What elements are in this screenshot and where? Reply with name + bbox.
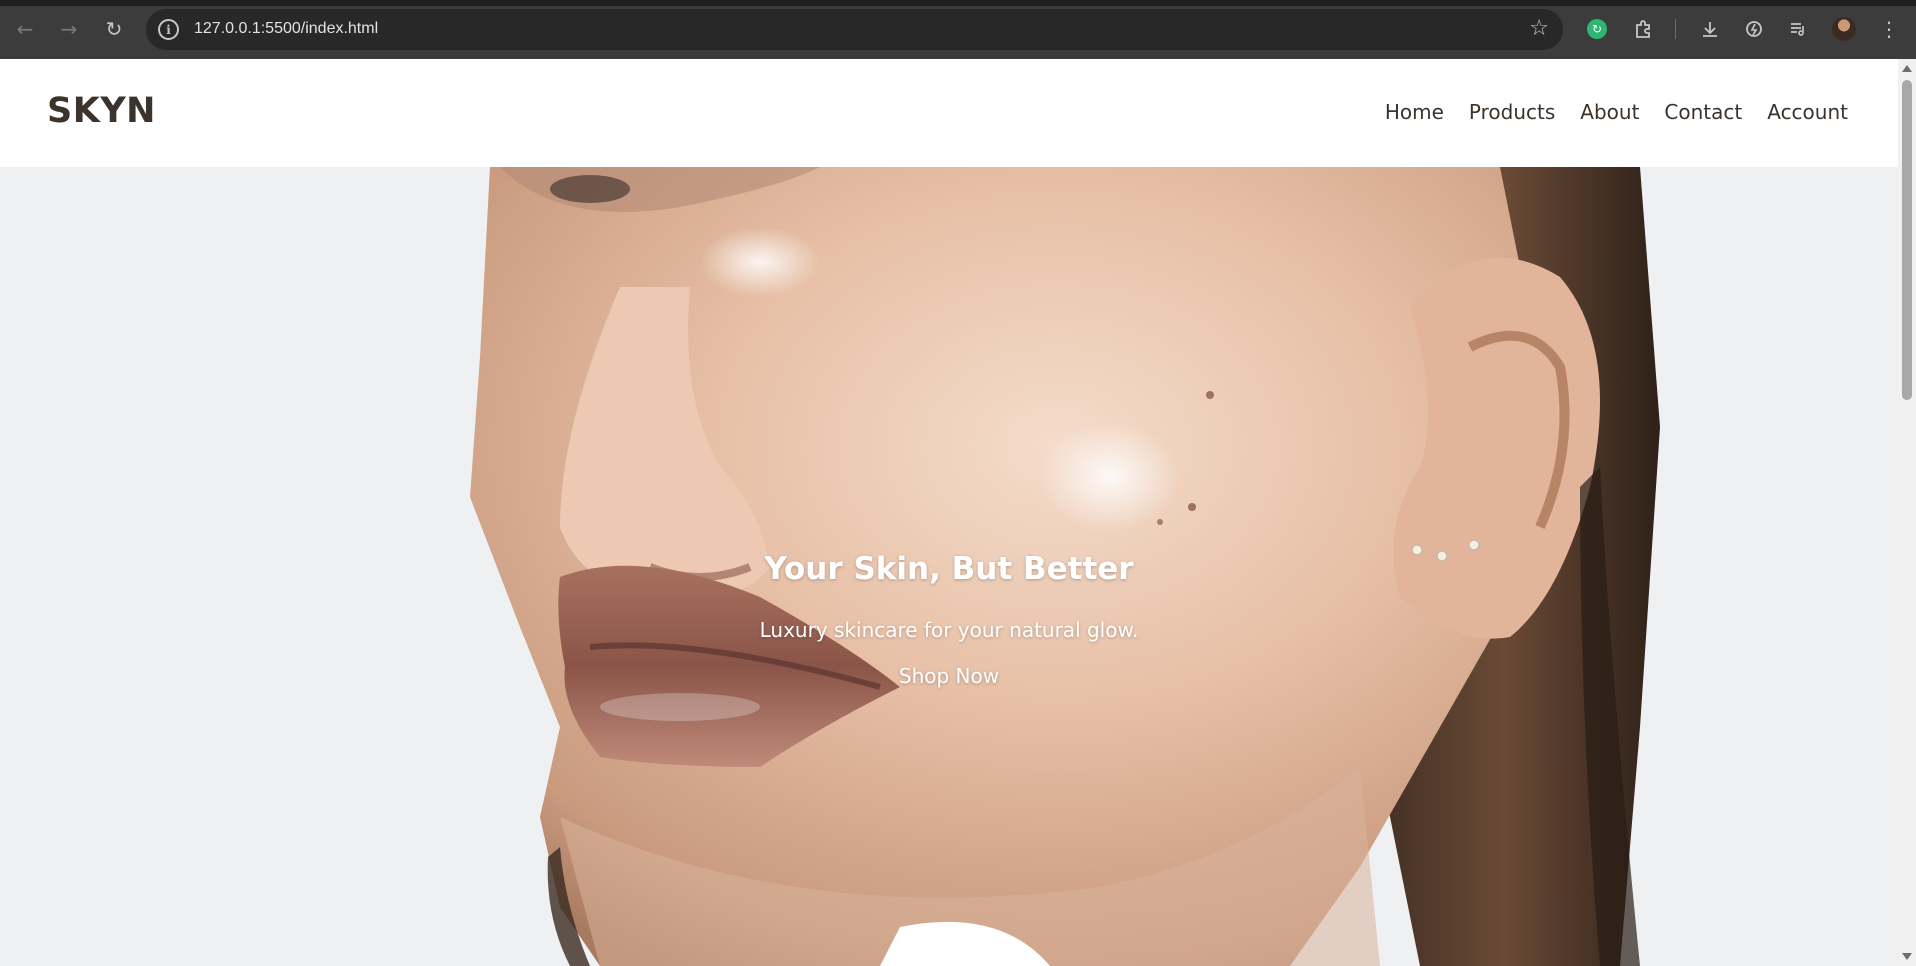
forward-icon[interactable]: → <box>54 14 84 44</box>
site-header: SKYN Home Products About Contact Account <box>0 59 1898 167</box>
extensions-puzzle-icon[interactable] <box>1629 15 1657 43</box>
scroll-thumb[interactable] <box>1902 80 1912 400</box>
scroll-down-arrow-icon[interactable] <box>1902 953 1912 960</box>
sync-extension-icon[interactable]: ↻ <box>1583 15 1611 43</box>
page-scrollbar[interactable] <box>1898 59 1916 966</box>
download-icon[interactable] <box>1696 15 1724 43</box>
nav-contact[interactable]: Contact <box>1664 100 1742 124</box>
back-icon[interactable]: ← <box>10 14 40 44</box>
bookmark-star-icon[interactable]: ☆ <box>1529 16 1549 41</box>
nav-home[interactable]: Home <box>1385 100 1444 124</box>
kebab-menu-icon[interactable]: ⋮ <box>1875 15 1903 43</box>
main-nav: Home Products About Contact Account <box>1385 100 1848 124</box>
profile-avatar[interactable] <box>1832 17 1856 41</box>
browser-toolbar: ← → ↻ i 127.0.0.1:5500/index.html ☆ ↻ ⋮ <box>0 0 1916 59</box>
hero-section: Your Skin, But Better Luxury skincare fo… <box>0 167 1898 966</box>
reload-icon[interactable]: ↻ <box>99 14 129 44</box>
site-info-icon[interactable]: i <box>158 19 179 40</box>
page-viewport: SKYN Home Products About Contact Account <box>0 59 1898 966</box>
url-text[interactable]: 127.0.0.1:5500/index.html <box>194 20 378 38</box>
shop-now-button[interactable]: Shop Now <box>880 664 1018 700</box>
reading-list-icon[interactable] <box>1784 15 1812 43</box>
nav-products[interactable]: Products <box>1469 100 1555 124</box>
tab-strip <box>0 0 1916 6</box>
nav-account[interactable]: Account <box>1767 100 1848 124</box>
scroll-up-arrow-icon[interactable] <box>1902 65 1912 72</box>
toolbar-divider <box>1675 19 1676 39</box>
performance-icon[interactable] <box>1740 15 1768 43</box>
nav-about[interactable]: About <box>1580 100 1639 124</box>
address-bar[interactable]: i 127.0.0.1:5500/index.html ☆ <box>146 9 1563 50</box>
site-logo[interactable]: SKYN <box>47 91 156 131</box>
hero-image <box>0 167 1898 966</box>
